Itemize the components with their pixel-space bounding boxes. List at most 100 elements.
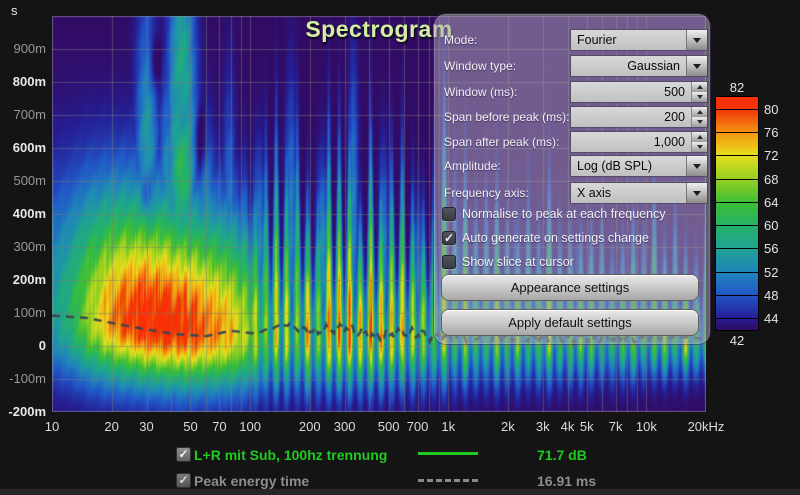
spinner-window-ms-[interactable]: 500 — [571, 82, 707, 102]
x-tick-label: 200 — [299, 419, 321, 434]
checkbox-label[interactable]: Show slice at cursor — [462, 255, 574, 269]
panel-row-label: Window (ms): — [444, 85, 517, 99]
checkbox-label[interactable]: Normalise to peak at each frequency — [462, 207, 666, 221]
y-tick-label: 500m — [0, 174, 46, 188]
spinner-down-icon[interactable] — [692, 142, 707, 152]
x-tick-label: 30 — [139, 419, 153, 434]
y-tick-label: 800m — [0, 75, 46, 89]
x-tick-label: 4k — [561, 419, 575, 434]
panel-row-label: Amplitude: — [444, 159, 501, 173]
spinner-down-icon[interactable] — [692, 117, 707, 127]
dropdown-mode-[interactable]: Fourier — [571, 30, 707, 50]
appearance-settings-button[interactable]: Appearance settings — [442, 275, 698, 300]
control-value[interactable]: 200 — [571, 107, 691, 127]
spinner-down-icon[interactable] — [692, 92, 707, 102]
y-tick-label: 700m — [0, 108, 46, 122]
legend-value-db: 71.7 dB — [537, 447, 587, 463]
x-tick-label: 50 — [183, 419, 197, 434]
colorbar-segment — [716, 132, 758, 155]
apply-default-settings-button[interactable]: Apply default settings — [442, 310, 698, 335]
chevron-down-icon[interactable] — [686, 30, 707, 50]
colorbar — [716, 97, 758, 330]
control-value[interactable]: 500 — [571, 82, 691, 102]
colorbar-tick-label: 80 — [764, 102, 778, 117]
legend-checkbox-measurement[interactable]: ✓ — [176, 447, 191, 462]
spinner-span-before-peak-ms-[interactable]: 200 — [571, 107, 707, 127]
y-tick-label: 300m — [0, 240, 46, 254]
spinner-up-icon[interactable] — [692, 82, 707, 92]
bottom-strip — [0, 489, 800, 495]
panel-row: Span before peak (ms):200 — [434, 107, 710, 127]
y-tick-label: 600m — [0, 141, 46, 155]
colorbar-segment — [716, 225, 758, 248]
x-tick-label: 5k — [580, 419, 594, 434]
colorbar-min-label: 42 — [716, 333, 758, 348]
panel-row: Amplitude: Log (dB SPL) — [434, 156, 710, 176]
panel-row-label: Window type: — [444, 59, 516, 73]
legend-line-sample-dashed — [418, 479, 478, 482]
spectrogram-window: Spectrogram s 900m800m700m600m500m400m30… — [0, 0, 800, 495]
colorbar-segment — [716, 318, 758, 330]
x-tick-label: 3k — [536, 419, 550, 434]
legend-checkbox-peak-energy[interactable]: ✓ — [176, 473, 191, 488]
colorbar-segment — [716, 155, 758, 178]
legend-label-measurement[interactable]: L+R mit Sub, 100hz trennung — [194, 447, 387, 463]
control-value[interactable]: Fourier — [571, 30, 686, 50]
y-tick-label: 400m — [0, 207, 46, 221]
x-tick-label: 700 — [407, 419, 429, 434]
chevron-down-icon[interactable] — [686, 156, 707, 176]
checkbox-label[interactable]: Auto generate on settings change — [462, 231, 649, 245]
spinner-span-after-peak-ms-[interactable]: 1,000 — [571, 132, 707, 152]
y-tick-label: 200m — [0, 273, 46, 287]
control-value[interactable]: Log (dB SPL) — [571, 156, 686, 176]
colorbar-segment — [716, 179, 758, 202]
y-tick-label: 900m — [0, 42, 46, 56]
colorbar-tick-label: 48 — [764, 288, 778, 303]
panel-checkbox-row: ✓ Auto generate on settings change — [434, 231, 710, 247]
x-tick-label: 70 — [212, 419, 226, 434]
colorbar-segment — [716, 248, 758, 271]
x-tick-label: 10 — [45, 419, 59, 434]
x-tick-label: 500 — [378, 419, 400, 434]
x-tick-label: 10k — [636, 419, 657, 434]
checkbox[interactable]: ✓ — [442, 231, 456, 245]
control-value[interactable]: Gaussian — [571, 56, 686, 76]
colorbar-tick-label: 72 — [764, 148, 778, 163]
dropdown-frequency-axis-[interactable]: X axis — [571, 183, 707, 203]
panel-row: Frequency axis: X axis — [434, 183, 710, 203]
y-tick-label: -100m — [0, 372, 46, 386]
spinner-up-icon[interactable] — [692, 107, 707, 117]
panel-row: Span after peak (ms): 1,000 — [434, 132, 710, 152]
colorbar-segment — [716, 202, 758, 225]
y-tick-label: 100m — [0, 306, 46, 320]
colorbar-tick-label: 76 — [764, 125, 778, 140]
legend-value-ms: 16.91 ms — [537, 473, 596, 489]
dropdown-amplitude-[interactable]: Log (dB SPL) — [571, 156, 707, 176]
chevron-down-icon[interactable] — [686, 183, 707, 203]
checkbox[interactable] — [442, 255, 456, 269]
colorbar-tick-label: 60 — [764, 218, 778, 233]
colorbar-tick-label: 56 — [764, 241, 778, 256]
panel-row-label: Span after peak (ms): — [444, 135, 559, 149]
colorbar-tick-label: 44 — [764, 311, 778, 326]
panel-row: Mode:Fourier — [434, 30, 710, 50]
colorbar-tick-label: 52 — [764, 265, 778, 280]
panel-checkbox-row: Show slice at cursor — [434, 255, 710, 271]
colorbar-tick-label: 64 — [764, 195, 778, 210]
colorbar-max-label: 82 — [716, 80, 758, 95]
dropdown-window-type-[interactable]: Gaussian — [571, 56, 707, 76]
panel-row: Window (ms): 500 — [434, 82, 710, 102]
legend-label-peak-energy[interactable]: Peak energy time — [194, 473, 309, 489]
control-value[interactable]: 1,000 — [571, 132, 691, 152]
checkbox[interactable] — [442, 207, 456, 221]
panel-checkbox-row: Normalise to peak at each frequency — [434, 207, 710, 223]
x-tick-label: 100 — [239, 419, 261, 434]
chevron-down-icon[interactable] — [686, 56, 707, 76]
y-tick-label: 0 — [0, 339, 46, 353]
panel-row-label: Span before peak (ms): — [444, 110, 569, 124]
spinner-up-icon[interactable] — [692, 132, 707, 142]
control-value[interactable]: X axis — [571, 183, 686, 203]
colorbar-tick-label: 68 — [764, 172, 778, 187]
legend-line-sample-solid — [418, 452, 478, 455]
panel-row-label: Frequency axis: — [444, 186, 529, 200]
